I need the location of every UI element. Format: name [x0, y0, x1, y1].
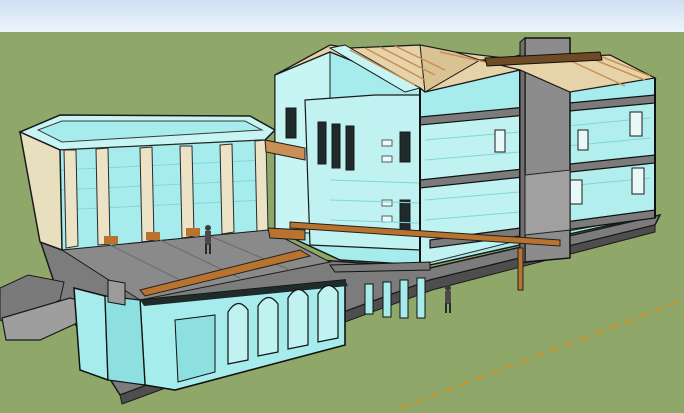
model-viewport[interactable]	[0, 0, 684, 413]
scene-svg	[0, 0, 684, 413]
sky	[0, 0, 684, 32]
